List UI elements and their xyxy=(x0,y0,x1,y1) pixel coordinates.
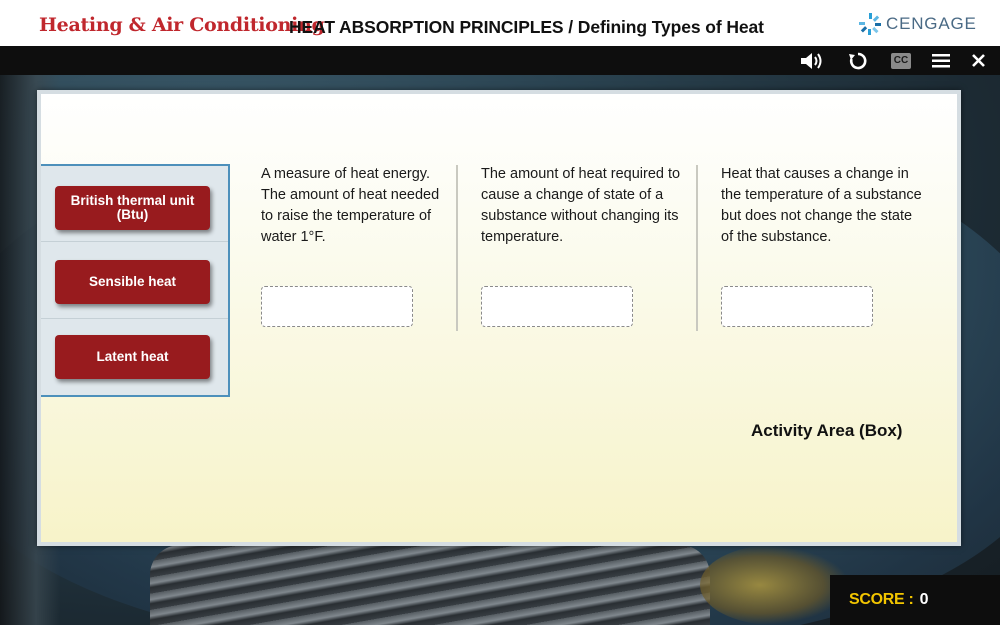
activity-panel: British thermal unit (Btu) Sensible heat… xyxy=(37,90,961,546)
term-button-latent-heat[interactable]: Latent heat xyxy=(55,335,210,379)
drop-zone-1[interactable] xyxy=(261,286,413,327)
cengage-logo-icon xyxy=(859,13,881,35)
menu-button[interactable] xyxy=(931,50,951,71)
definition-column: A measure of heat energy. The amount of … xyxy=(261,164,445,248)
player-control-bar: CC xyxy=(0,46,1000,75)
replay-button[interactable] xyxy=(846,50,870,71)
column-divider xyxy=(696,165,698,331)
course-title: Heating & Air Conditioning xyxy=(39,14,325,36)
definition-text: Heat that causes a change in the tempera… xyxy=(721,166,922,245)
definition-column: Heat that causes a change in the tempera… xyxy=(721,164,926,248)
app-header: Heating & Air Conditioning HEAT ABSORPTI… xyxy=(0,0,1000,46)
score-display: SCORE : 0 xyxy=(830,575,1000,625)
score-label: SCORE : xyxy=(849,591,914,608)
definition-text: The amount of heat required to cause a c… xyxy=(481,166,681,245)
speaker-icon xyxy=(801,52,822,69)
score-value: 0 xyxy=(919,591,929,608)
car-grille-shape xyxy=(150,545,710,625)
cengage-logo-text: CENGAGE xyxy=(886,14,977,33)
definition-column: The amount of heat required to cause a c… xyxy=(481,164,686,248)
car-headlight-shape xyxy=(700,545,850,625)
definition-text: A measure of heat energy. The amount of … xyxy=(261,166,440,245)
term-slot: Latent heat xyxy=(41,320,228,396)
closed-captions-button[interactable]: CC xyxy=(891,50,911,71)
replay-icon xyxy=(849,52,867,69)
activity-area-label: Activity Area (Box) xyxy=(751,421,903,440)
term-button-btu[interactable]: British thermal unit (Btu) xyxy=(55,186,210,230)
cc-label: CC xyxy=(891,52,911,69)
drop-zone-2[interactable] xyxy=(481,286,633,327)
term-source-box: British thermal unit (Btu) Sensible heat… xyxy=(41,164,230,397)
close-button[interactable] xyxy=(970,50,986,71)
term-slot: British thermal unit (Btu) xyxy=(41,166,228,242)
cengage-logo: CENGAGE xyxy=(858,12,977,36)
drop-zone-3[interactable] xyxy=(721,286,873,327)
term-button-sensible-heat[interactable]: Sensible heat xyxy=(55,260,210,304)
breadcrumb: HEAT ABSORPTION PRINCIPLES / Defining Ty… xyxy=(289,17,764,37)
audio-button[interactable] xyxy=(799,50,827,71)
close-icon xyxy=(971,54,985,67)
column-divider xyxy=(456,165,458,331)
term-slot: Sensible heat xyxy=(41,243,228,319)
hamburger-menu-icon xyxy=(932,53,950,67)
